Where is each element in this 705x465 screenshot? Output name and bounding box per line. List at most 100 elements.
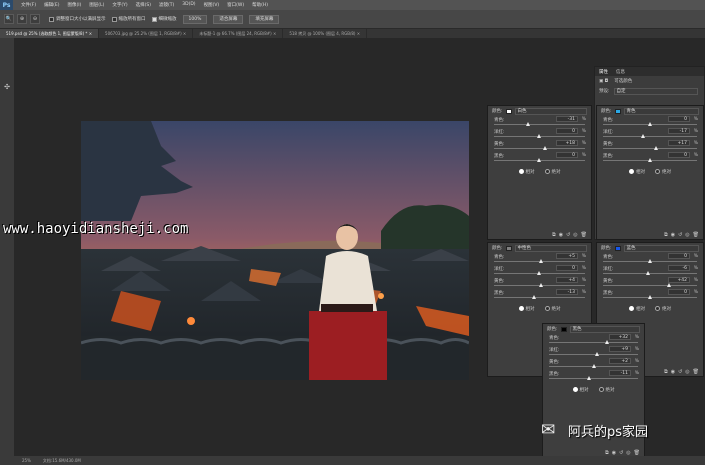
radio-dot[interactable]	[572, 387, 578, 392]
radio-dot[interactable]	[544, 169, 550, 174]
menu-item[interactable]: 帮助(H)	[252, 2, 268, 8]
slider-value-input[interactable]: -13	[556, 289, 578, 295]
zoom-in-icon[interactable]: ⊕	[17, 14, 27, 24]
trash-icon[interactable]: 🗑	[693, 369, 699, 375]
color-select[interactable]: 黑色	[569, 325, 640, 333]
radio-dot[interactable]	[655, 169, 660, 174]
slider-handle[interactable]	[586, 376, 591, 380]
slider-value-input[interactable]: 0	[668, 289, 690, 295]
slider-handle[interactable]	[543, 146, 548, 150]
menu-item[interactable]: 图像(I)	[67, 2, 81, 8]
slider-track[interactable]	[603, 136, 697, 137]
menu-item[interactable]: 编辑(E)	[44, 2, 59, 8]
slider-track[interactable]	[494, 124, 585, 125]
radio-dot[interactable]	[655, 306, 660, 311]
view-previous-icon[interactable]: ◉	[559, 232, 563, 238]
slider-value-input[interactable]: +5	[556, 253, 578, 259]
color-select[interactable]: 蓝色	[623, 244, 699, 252]
slider-handle[interactable]	[538, 259, 543, 263]
document-tab[interactable]: 506703.jpg @ 25.2% (图层 1, RGB/8#) ×	[99, 29, 194, 38]
document-tab[interactable]: 519.psd @ 25% (选取颜色 1, 图层蒙版/8) * ×	[0, 29, 100, 38]
radio-relative[interactable]: 相对	[629, 169, 645, 175]
clip-icon[interactable]: ⧉	[664, 369, 668, 375]
visibility-icon[interactable]: ◎	[573, 232, 577, 238]
menu-item[interactable]: 窗口(W)	[227, 2, 244, 8]
menu-item[interactable]: 文件(F)	[21, 2, 36, 8]
slider-handle[interactable]	[647, 158, 652, 162]
move-tool-icon[interactable]: ✣	[2, 82, 12, 92]
menu-item[interactable]: 3D(D)	[182, 2, 195, 8]
menu-item[interactable]: 视图(V)	[204, 2, 220, 8]
reset-icon[interactable]: ↺	[566, 232, 570, 238]
zoom-out-icon[interactable]: ⊖	[30, 14, 40, 24]
document-tab[interactable]: 518 拷贝 @ 100% (图层 4, RGB/8) ×	[283, 29, 368, 38]
visibility-icon[interactable]: ◎	[685, 232, 689, 238]
slider-handle[interactable]	[538, 283, 543, 287]
slider-handle[interactable]	[647, 295, 652, 299]
radio-absolute[interactable]: 绝对	[655, 306, 671, 312]
slider-value-input[interactable]: -6	[668, 265, 690, 271]
document-canvas[interactable]	[81, 121, 469, 380]
tab-info[interactable]: 信息	[612, 69, 629, 75]
zoom-tool-icon[interactable]: 🔍	[4, 14, 14, 24]
slider-handle[interactable]	[645, 271, 650, 275]
slider-handle[interactable]	[654, 146, 659, 150]
slider-value-input[interactable]: +2	[609, 358, 631, 364]
preset-select[interactable]: 自定	[613, 87, 698, 95]
slider-handle[interactable]	[591, 364, 596, 368]
slider-handle[interactable]	[595, 352, 600, 356]
slider-value-input[interactable]: 0	[556, 128, 578, 134]
view-previous-icon[interactable]: ◉	[612, 450, 616, 456]
menu-item[interactable]: 滤镜(T)	[159, 2, 174, 8]
clip-icon[interactable]: ⧉	[552, 232, 556, 238]
view-previous-icon[interactable]: ◉	[671, 369, 675, 375]
menu-item[interactable]: 图层(L)	[89, 2, 104, 8]
option-checkbox[interactable]: 细微缩放	[151, 16, 177, 22]
option-checkbox[interactable]: 调整窗口大小以满屏显示	[49, 16, 106, 22]
slider-handle[interactable]	[532, 295, 537, 299]
radio-relative[interactable]: 相对	[518, 306, 535, 312]
visibility-icon[interactable]: ◎	[626, 450, 630, 456]
slider-handle[interactable]	[537, 271, 541, 275]
slider-handle[interactable]	[537, 134, 541, 138]
radio-relative[interactable]: 相对	[572, 387, 589, 393]
radio-dot[interactable]	[544, 306, 550, 311]
slider-track[interactable]	[494, 148, 585, 149]
slider-value-input[interactable]: +9	[609, 346, 631, 352]
slider-track[interactable]	[549, 378, 638, 379]
document-tab[interactable]: 未标题-1 @ 66.7% (图层 24, RGB/8#) ×	[193, 29, 284, 38]
slider-track[interactable]	[603, 273, 697, 274]
slider-value-input[interactable]: -11	[609, 370, 631, 376]
radio-absolute[interactable]: 绝对	[544, 306, 561, 312]
trash-icon[interactable]: 🗑	[581, 232, 587, 238]
visibility-icon[interactable]: ◎	[685, 369, 689, 375]
slider-track[interactable]	[494, 297, 585, 298]
slider-value-input[interactable]: 0	[668, 253, 690, 259]
slider-value-input[interactable]: -31	[556, 116, 578, 122]
slider-handle[interactable]	[537, 158, 541, 162]
trash-icon[interactable]: 🗑	[693, 232, 699, 238]
slider-track[interactable]	[549, 342, 638, 343]
radio-dot[interactable]	[598, 387, 604, 392]
slider-track[interactable]	[603, 285, 697, 286]
slider-value-input[interactable]: 0	[556, 152, 578, 158]
checkbox-box[interactable]	[151, 16, 157, 22]
reset-icon[interactable]: ↺	[678, 369, 682, 375]
zoom-100-button[interactable]: 100%	[182, 14, 208, 24]
radio-absolute[interactable]: 绝对	[655, 169, 671, 175]
slider-value-input[interactable]: 0	[668, 152, 690, 158]
radio-dot[interactable]	[629, 306, 634, 311]
fit-screen-button[interactable]: 适合屏幕	[213, 14, 244, 24]
slider-handle[interactable]	[640, 134, 645, 138]
slider-value-input[interactable]: +18	[556, 140, 578, 146]
tab-properties[interactable]: 属性	[595, 69, 612, 75]
reset-icon[interactable]: ↺	[619, 450, 623, 456]
fill-screen-button[interactable]: 填充屏幕	[249, 14, 280, 24]
option-checkbox[interactable]: 缩放所有窗口	[111, 16, 146, 22]
clip-icon[interactable]: ⧉	[664, 232, 668, 238]
slider-handle[interactable]	[526, 122, 531, 126]
slider-handle[interactable]	[647, 259, 652, 263]
radio-dot[interactable]	[518, 169, 524, 174]
slider-value-input[interactable]: +4	[556, 277, 578, 283]
menu-item[interactable]: 选择(S)	[136, 2, 151, 8]
